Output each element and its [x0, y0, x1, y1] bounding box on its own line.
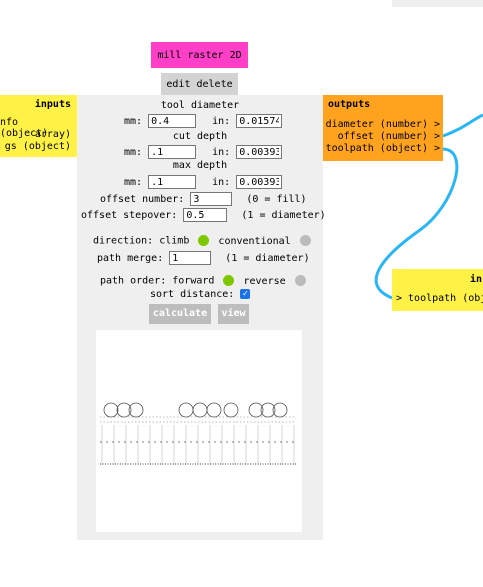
offset-stepover-label: offset stepover:: [81, 210, 178, 221]
path-order-reverse-radio[interactable]: [294, 275, 306, 286]
cut-depth-mm-input[interactable]: [148, 145, 197, 159]
max-depth-row: mm: in:: [124, 175, 370, 189]
offset-stepover-input[interactable]: [183, 208, 228, 222]
outputs-title: outputs: [328, 99, 371, 110]
path-merge-note: (1 = diameter): [225, 253, 310, 264]
mm-label: mm:: [124, 116, 143, 127]
in-label: in:: [212, 147, 231, 158]
path-order-reverse-label: reverse: [243, 275, 286, 287]
offset-stepover-row: offset stepover: (1 = diameter): [81, 208, 327, 222]
offset-number-label: offset number:: [100, 194, 185, 205]
view-button[interactable]: view: [218, 304, 249, 324]
path-merge-label: path merge:: [97, 253, 164, 264]
offset-number-row: offset number: (0 = fill): [100, 192, 346, 206]
cut-depth-in-input[interactable]: [236, 145, 283, 159]
direction-conventional-label: conventional: [218, 235, 291, 247]
path-order-forward-radio[interactable]: [223, 275, 235, 286]
next-inputs-title: in: [470, 274, 483, 285]
input-port-toolpath[interactable]: > toolpath (obj: [396, 293, 483, 304]
mm-label: mm:: [124, 147, 143, 158]
direction-climb-label: climb: [159, 235, 190, 247]
direction-climb-radio[interactable]: [198, 235, 210, 246]
max-depth-label: max depth: [172, 160, 228, 171]
module-title[interactable]: mill raster 2D: [151, 42, 248, 68]
inputs-title: inputs: [34, 99, 71, 110]
path-order-label: path order:: [100, 275, 167, 287]
direction-row: direction: climb conventional: [93, 235, 339, 247]
module-title-label: mill raster 2D: [157, 49, 242, 61]
calculate-button[interactable]: calculate: [149, 304, 211, 324]
next-module-inputs: in > toolpath (obj: [392, 269, 483, 311]
direction-conventional-radio[interactable]: [299, 235, 311, 246]
max-depth-mm-input[interactable]: [148, 175, 197, 189]
cut-depth-label: cut depth: [172, 131, 228, 142]
tool-diameter-label: tool diameter: [160, 100, 240, 111]
path-order-row: path order: forward reverse: [100, 275, 346, 287]
edit-button[interactable]: edit: [166, 79, 190, 90]
mm-label: mm:: [124, 177, 143, 188]
offset-number-input[interactable]: [190, 192, 233, 206]
delete-button[interactable]: delete: [196, 79, 232, 90]
input-port-settings[interactable]: gs (object): [5, 141, 71, 152]
max-depth-in-input[interactable]: [236, 175, 283, 189]
toolpath-preview: [96, 330, 302, 532]
sort-distance-checkbox[interactable]: ✓: [240, 289, 251, 299]
inputs-panel: inputs nfo (object) array) gs (object): [0, 95, 77, 157]
path-merge-row: path merge: (1 = diameter): [97, 251, 343, 265]
offset-number-note: (0 = fill): [246, 194, 307, 205]
module-actions: edit delete: [161, 73, 238, 95]
direction-label: direction:: [93, 235, 154, 247]
path-order-forward-label: forward: [172, 275, 215, 287]
offset-stepover-note: (1 = diameter): [241, 210, 326, 221]
tool-diameter-row: mm: in:: [124, 114, 370, 128]
sort-distance-label: sort distance:: [150, 289, 235, 300]
sort-distance-row: sort distance: ✓: [150, 289, 396, 300]
tool-diameter-in-input[interactable]: [236, 114, 283, 128]
in-label: in:: [212, 116, 231, 127]
tool-diameter-mm-input[interactable]: [148, 114, 197, 128]
cut-depth-row: mm: in:: [124, 145, 370, 159]
in-label: in:: [212, 177, 231, 188]
output-port-offset[interactable]: offset (number) >: [338, 131, 440, 142]
path-merge-input[interactable]: [169, 251, 212, 265]
input-port-array[interactable]: array): [35, 129, 71, 140]
